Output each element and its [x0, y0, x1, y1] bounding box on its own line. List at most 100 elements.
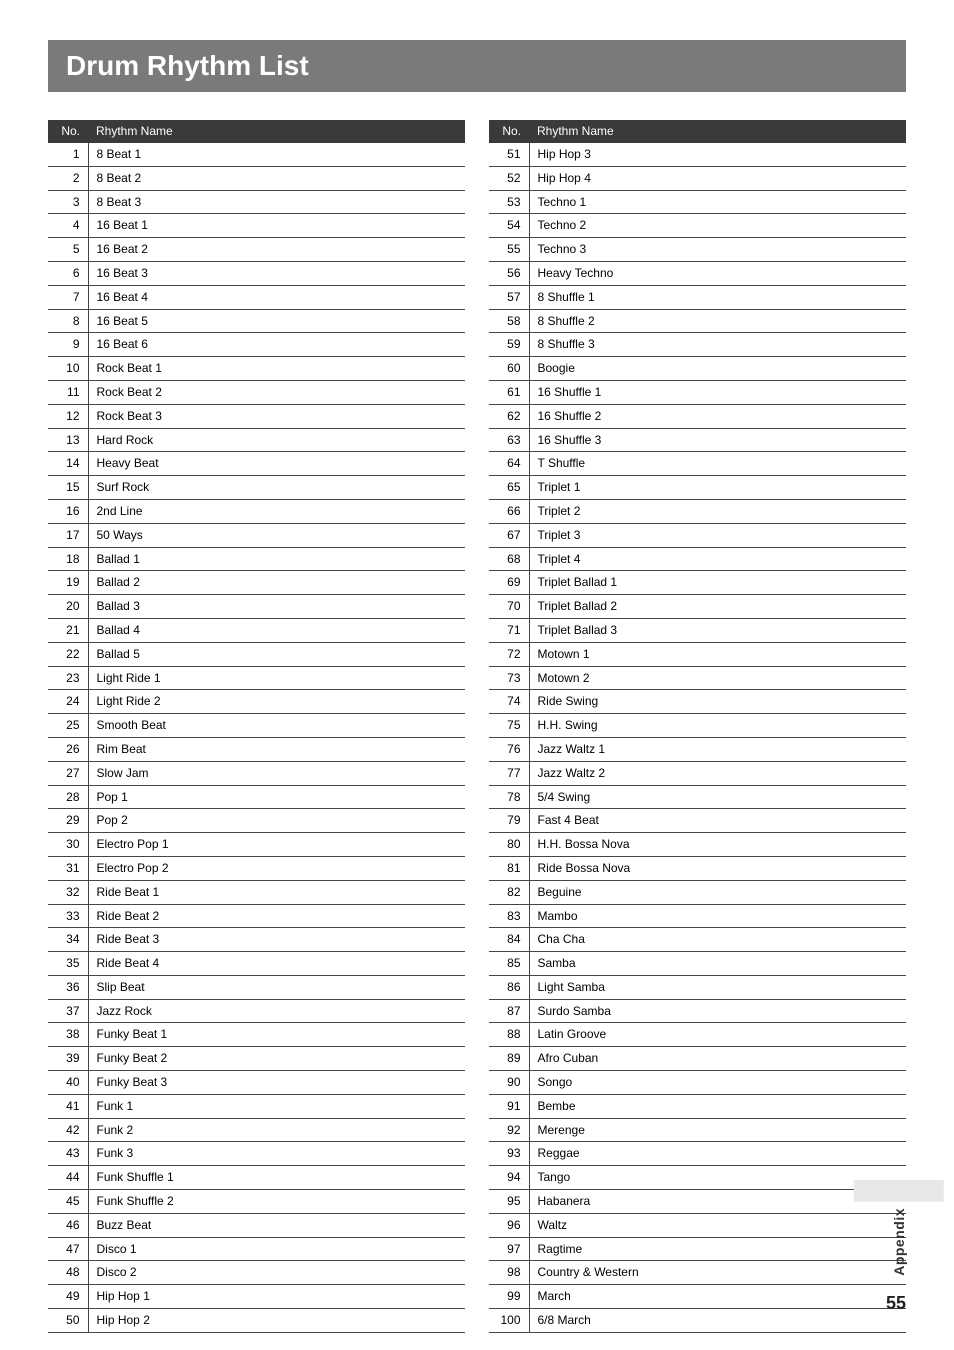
row-no: 23: [48, 666, 88, 690]
row-name: Ballad 3: [88, 595, 465, 619]
table-row: 46Buzz Beat: [48, 1213, 465, 1237]
table-row: 60Boogie: [489, 357, 906, 381]
row-name: Rock Beat 1: [88, 357, 465, 381]
row-name: 16 Beat 5: [88, 309, 465, 333]
row-no: 9: [48, 333, 88, 357]
row-no: 35: [48, 952, 88, 976]
table-row: 598 Shuffle 3: [489, 333, 906, 357]
row-no: 40: [48, 1071, 88, 1095]
row-no: 49: [48, 1285, 88, 1309]
table-row: 26Rim Beat: [48, 737, 465, 761]
table-row: 51Hip Hop 3: [489, 143, 906, 167]
row-no: 12: [48, 404, 88, 428]
table-row: 64T Shuffle: [489, 452, 906, 476]
row-no: 98: [489, 1261, 529, 1285]
row-no: 4: [48, 214, 88, 238]
row-no: 90: [489, 1071, 529, 1095]
row-name: Electro Pop 2: [88, 856, 465, 880]
row-no: 91: [489, 1094, 529, 1118]
row-name: Techno 1: [529, 190, 906, 214]
row-name: Jazz Rock: [88, 999, 465, 1023]
table-row: 86Light Samba: [489, 975, 906, 999]
table-row: 89Afro Cuban: [489, 1047, 906, 1071]
row-name: Techno 3: [529, 238, 906, 262]
row-no: 56: [489, 261, 529, 285]
row-name: Reggae: [529, 1142, 906, 1166]
table-row: 20Ballad 3: [48, 595, 465, 619]
table-row: 93Reggae: [489, 1142, 906, 1166]
row-no: 25: [48, 714, 88, 738]
row-no: 70: [489, 595, 529, 619]
row-no: 55: [489, 238, 529, 262]
row-name: H.H. Swing: [529, 714, 906, 738]
table-row: 162nd Line: [48, 499, 465, 523]
table-row: 67Triplet 3: [489, 523, 906, 547]
table-row: 80H.H. Bossa Nova: [489, 833, 906, 857]
page-title: Drum Rhythm List: [48, 40, 906, 92]
row-no: 87: [489, 999, 529, 1023]
table-row: 39Funky Beat 2: [48, 1047, 465, 1071]
row-no: 82: [489, 880, 529, 904]
row-name: Light Samba: [529, 975, 906, 999]
row-no: 2: [48, 166, 88, 190]
row-name: Habanera: [529, 1190, 906, 1214]
header-name: Rhythm Name: [529, 120, 906, 143]
table-row: 32Ride Beat 1: [48, 880, 465, 904]
row-name: Funk Shuffle 1: [88, 1166, 465, 1190]
row-no: 63: [489, 428, 529, 452]
row-name: Light Ride 1: [88, 666, 465, 690]
row-name: Ragtime: [529, 1237, 906, 1261]
table-row: 66Triplet 2: [489, 499, 906, 523]
table-row: 15Surf Rock: [48, 476, 465, 500]
row-no: 62: [489, 404, 529, 428]
row-no: 42: [48, 1118, 88, 1142]
row-no: 76: [489, 737, 529, 761]
row-no: 68: [489, 547, 529, 571]
table-row: 11Rock Beat 2: [48, 380, 465, 404]
table-row: 92Merenge: [489, 1118, 906, 1142]
row-no: 45: [48, 1190, 88, 1214]
table-row: 43Funk 3: [48, 1142, 465, 1166]
row-name: Triplet Ballad 1: [529, 571, 906, 595]
table-row: 35Ride Beat 4: [48, 952, 465, 976]
row-name: 8 Beat 3: [88, 190, 465, 214]
row-no: 52: [489, 166, 529, 190]
row-no: 27: [48, 761, 88, 785]
row-no: 37: [48, 999, 88, 1023]
row-name: Funk 2: [88, 1118, 465, 1142]
table-row: 98Country & Western: [489, 1261, 906, 1285]
row-no: 58: [489, 309, 529, 333]
row-no: 83: [489, 904, 529, 928]
row-name: Ride Bossa Nova: [529, 856, 906, 880]
row-name: 16 Beat 6: [88, 333, 465, 357]
table-row: 516 Beat 2: [48, 238, 465, 262]
table-row: 47Disco 1: [48, 1237, 465, 1261]
table-row: 48Disco 2: [48, 1261, 465, 1285]
row-name: Light Ride 2: [88, 690, 465, 714]
row-no: 11: [48, 380, 88, 404]
table-row: 88Latin Groove: [489, 1023, 906, 1047]
row-name: Waltz: [529, 1213, 906, 1237]
row-name: Rock Beat 2: [88, 380, 465, 404]
table-row: 18 Beat 1: [48, 143, 465, 167]
row-name: Ballad 1: [88, 547, 465, 571]
table-row: 44Funk Shuffle 1: [48, 1166, 465, 1190]
row-name: Techno 2: [529, 214, 906, 238]
row-name: Funky Beat 2: [88, 1047, 465, 1071]
table-row: 28 Beat 2: [48, 166, 465, 190]
row-no: 31: [48, 856, 88, 880]
row-no: 33: [48, 904, 88, 928]
row-name: Hip Hop 2: [88, 1309, 465, 1333]
row-name: 8 Beat 2: [88, 166, 465, 190]
table-row: 34Ride Beat 3: [48, 928, 465, 952]
table-row: 69Triplet Ballad 1: [489, 571, 906, 595]
row-name: 2nd Line: [88, 499, 465, 523]
row-no: 44: [48, 1166, 88, 1190]
row-name: Fast 4 Beat: [529, 809, 906, 833]
table-row: 616 Beat 3: [48, 261, 465, 285]
header-no: No.: [48, 120, 88, 143]
table-row: 716 Beat 4: [48, 285, 465, 309]
table-row: 75H.H. Swing: [489, 714, 906, 738]
row-no: 64: [489, 452, 529, 476]
table-row: 90Songo: [489, 1071, 906, 1095]
